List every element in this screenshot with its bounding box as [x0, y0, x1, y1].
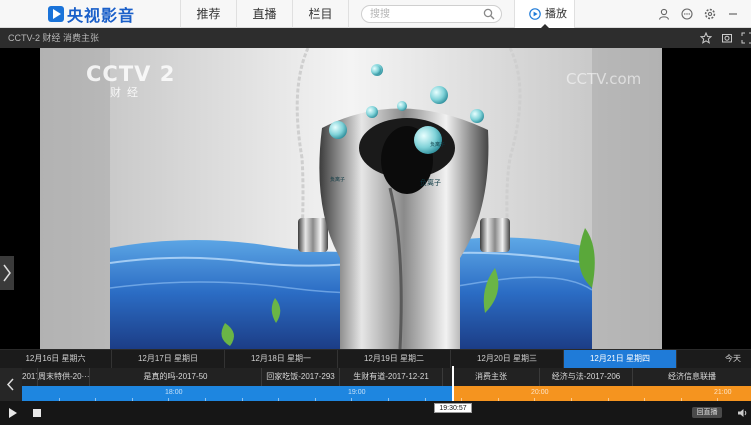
timeline-label: 19:00: [348, 389, 366, 396]
program-item[interactable]: 生财有道-2017-12-21: [340, 368, 443, 386]
date-tab[interactable]: 12月16日 星期六: [0, 350, 112, 368]
tab-columns[interactable]: 栏目: [293, 0, 348, 28]
search-icon[interactable]: [483, 8, 495, 20]
date-tab[interactable]: 12月20日 星期三: [451, 350, 564, 368]
prev-video-button[interactable]: [0, 256, 14, 290]
logo-text: 央视影音: [67, 6, 136, 25]
back-to-live-button[interactable]: 回直播: [692, 407, 722, 418]
timeline-label: 21:00: [714, 389, 732, 396]
watermark-cctv-com: CCTV.com: [566, 70, 642, 88]
date-tab[interactable]: 12月19日 星期二: [338, 350, 451, 368]
tab-play[interactable]: 播放: [514, 0, 575, 29]
timeline-label: 20:00: [531, 389, 549, 396]
volume-icon[interactable]: [737, 407, 749, 419]
tab-live[interactable]: 直播: [237, 0, 292, 28]
bubble-label: 负离子: [420, 180, 441, 187]
program-item[interactable]: 经济信息联播: [633, 368, 751, 386]
stop-icon[interactable]: [33, 409, 41, 417]
message-icon[interactable]: [681, 8, 693, 20]
date-tab[interactable]: 12月17日 星期日: [112, 350, 225, 368]
program-item[interactable]: 经济与法-2017-206: [540, 368, 633, 386]
timeline-label: 18:00: [165, 389, 183, 396]
search-input[interactable]: [370, 7, 480, 21]
control-bar: 回直播: [0, 401, 751, 425]
search-box: [361, 5, 502, 23]
timeline-upcoming: [452, 386, 751, 401]
play-icon[interactable]: [9, 408, 17, 418]
channel-bar: CCTV-2 财经 消费主张: [0, 28, 751, 48]
program-item[interactable]: 周末特供-20···: [38, 368, 90, 386]
program-item[interactable]: 是真的吗-2017-50: [90, 368, 262, 386]
app-logo[interactable]: 央视影音: [48, 4, 136, 25]
timeline-back-button[interactable]: [0, 368, 22, 401]
program-item[interactable]: 回家吃饭-2017-293: [262, 368, 340, 386]
current-time-label: 19:30:57: [434, 403, 472, 413]
screenshot-icon[interactable]: [721, 32, 733, 44]
tab-recommend[interactable]: 推荐: [181, 0, 236, 28]
date-tab[interactable]: 12月18日 星期一: [225, 350, 338, 368]
program-item[interactable]: 2017: [22, 368, 38, 386]
chevron-left-icon: [6, 378, 14, 391]
nav-divider: [348, 0, 349, 28]
bubble-label: 负离子: [430, 142, 446, 148]
play-circle-icon: [529, 8, 541, 20]
watermark-channel: 财经: [110, 87, 144, 99]
top-bar: 央视影音 推荐 直播 栏目 播放: [0, 0, 751, 29]
settings-gear-icon[interactable]: [704, 8, 716, 20]
watermark-cctv2: CCTV 2: [86, 62, 176, 86]
app-window: 央视影音 推荐 直播 栏目 播放: [0, 0, 751, 425]
user-icon[interactable]: [658, 8, 670, 20]
date-selector: 12月16日 星期六 12月17日 星期日 12月18日 星期一 12月19日 …: [0, 349, 751, 368]
timeline-bar[interactable]: 18:00 19:00 20:00 21:00: [22, 386, 751, 401]
video-player[interactable]: CCTV 2 财经 CCTV.com 负离子 负离子 负离子: [0, 48, 751, 349]
minimize-icon[interactable]: [727, 8, 739, 20]
channel-name: CCTV-2 财经 消费主张: [8, 33, 100, 43]
favorite-star-icon[interactable]: [700, 32, 712, 44]
fullscreen-icon[interactable]: [741, 32, 751, 44]
logo-play-icon: [48, 6, 64, 22]
date-tab-active[interactable]: 12月21日 星期四: [564, 350, 677, 368]
program-item-current[interactable]: 消费主张: [443, 368, 540, 386]
date-tab-today[interactable]: 今天: [677, 350, 751, 368]
bubble-label: 负离子: [330, 177, 346, 183]
chevron-right-icon: [3, 264, 11, 282]
program-list: 2017 周末特供-20··· 是真的吗-2017-50 回家吃饭-2017-2…: [0, 368, 751, 386]
timeline-cursor[interactable]: [452, 366, 454, 404]
